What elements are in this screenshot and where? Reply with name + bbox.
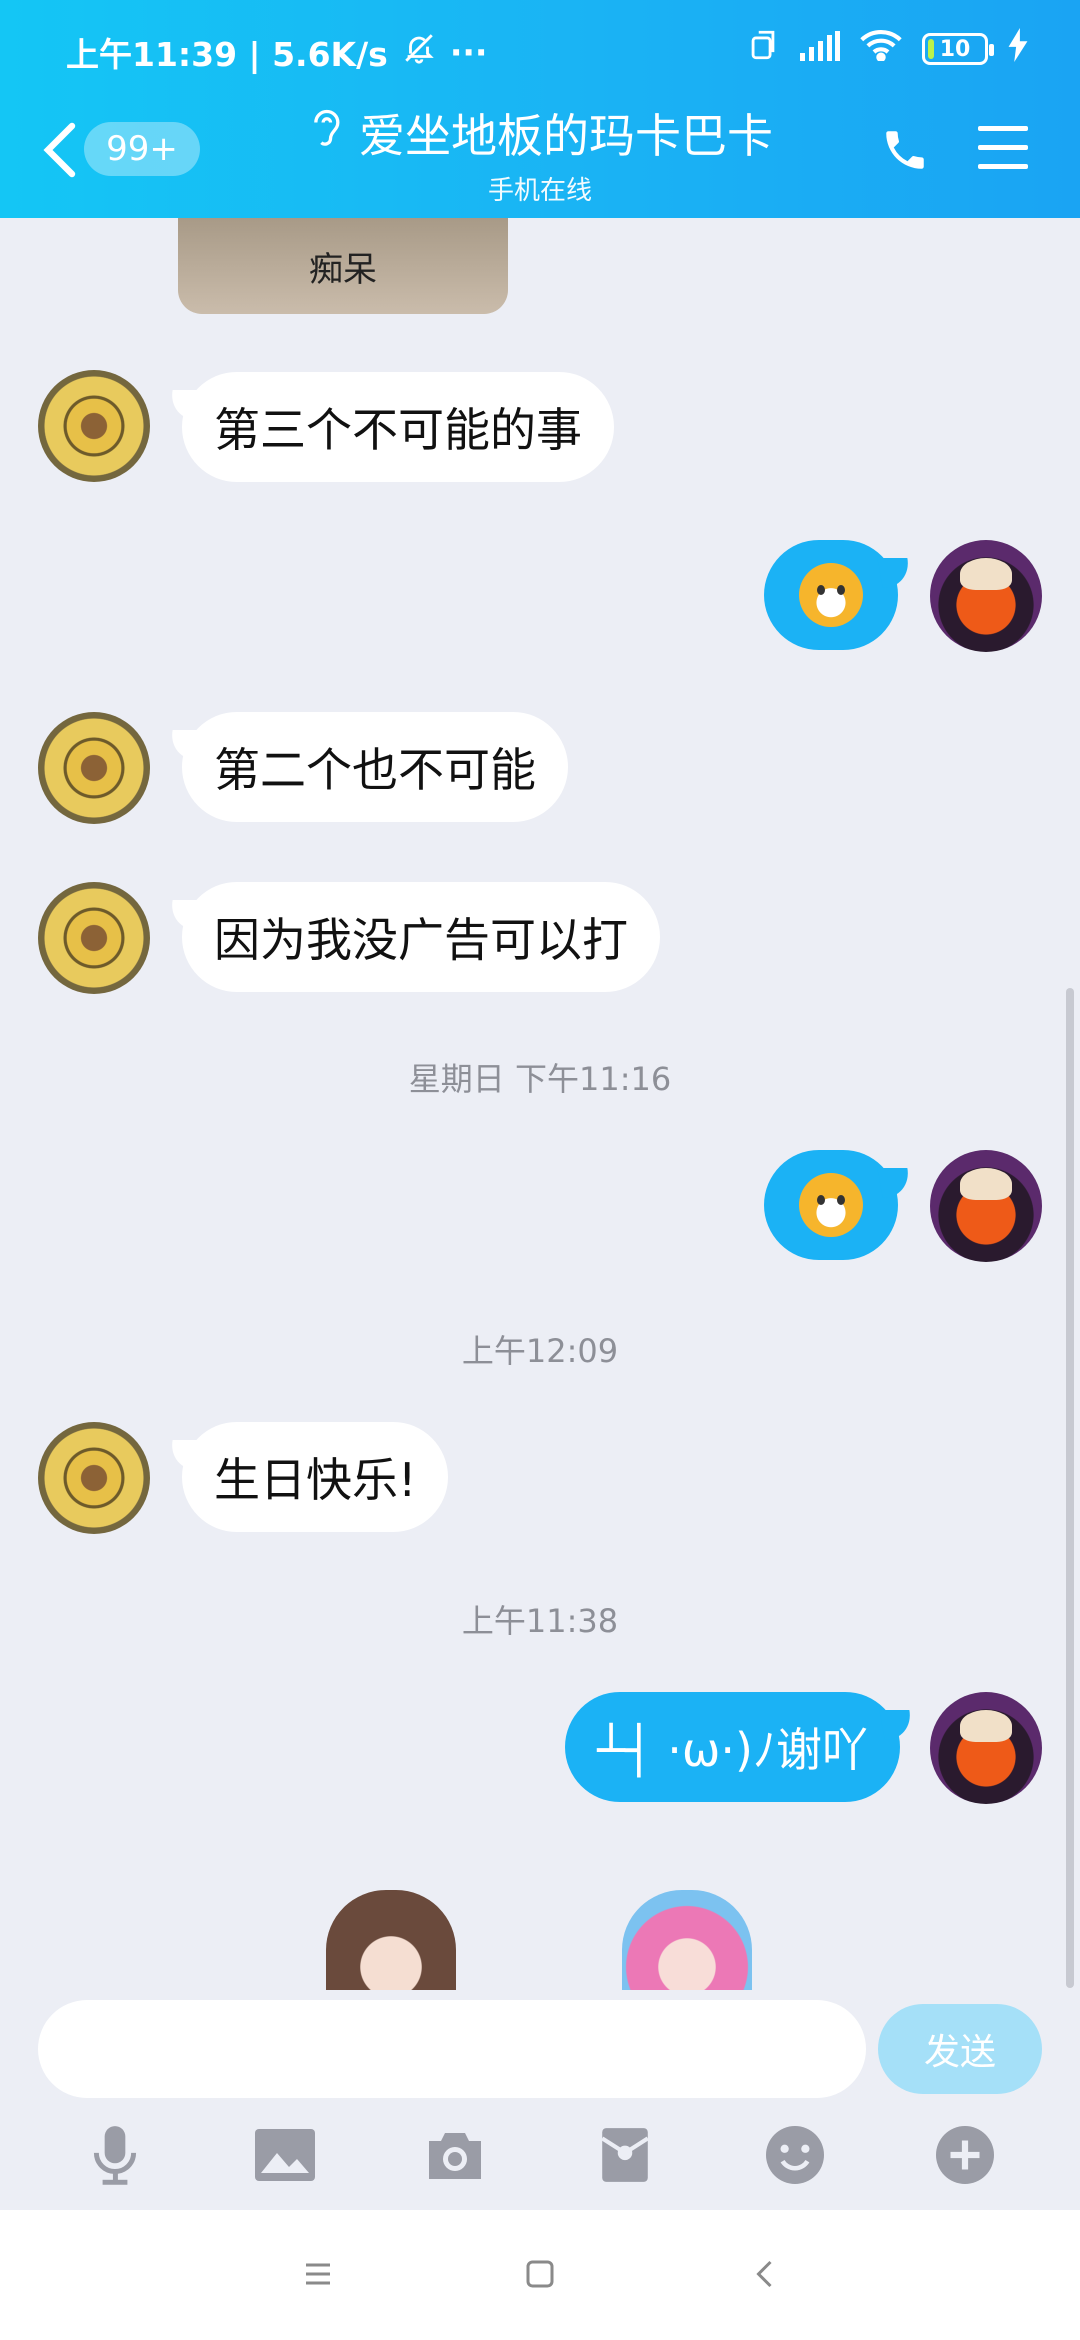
battery-icon: 10 — [922, 33, 994, 65]
timestamp: 上午12:09 — [461, 1332, 619, 1370]
friend-avatar[interactable] — [38, 370, 150, 482]
contact-name: 爱坐地板的玛卡巴卡 — [359, 109, 773, 163]
my-sticker-message[interactable] — [764, 1150, 898, 1260]
recents-menu-icon[interactable] — [300, 2256, 340, 2296]
message-input[interactable] — [38, 2000, 866, 2098]
microphone-icon[interactable] — [80, 2120, 150, 2190]
peeking-character-boy — [326, 1890, 456, 2000]
input-bar: 发送 — [0, 1990, 1080, 2210]
cat-sticker-icon — [799, 563, 863, 627]
peeking-character-girl — [622, 1890, 752, 2000]
cat-sticker-icon — [799, 1173, 863, 1237]
image-icon[interactable] — [250, 2120, 320, 2190]
my-avatar[interactable] — [930, 540, 1042, 652]
my-avatar[interactable] — [930, 1150, 1042, 1262]
send-button[interactable]: 发送 — [878, 2004, 1042, 2094]
chat-header: 上午11:39 | 5.6K/s ··· 10 99+ 爱坐地板的玛卡巴卡 手机… — [0, 0, 1080, 218]
home-icon[interactable] — [522, 2256, 562, 2296]
more-indicator: ··· — [449, 32, 488, 72]
friend-message[interactable]: 第二个也不可能 — [182, 712, 568, 822]
message-text: 第二个也不可能 — [214, 743, 536, 797]
contact-status: 手机在线 — [487, 176, 592, 206]
scrollbar[interactable] — [1066, 988, 1074, 1988]
emoji-icon[interactable] — [760, 2120, 830, 2190]
status-bar: 上午11:39 | 5.6K/s ··· 10 — [0, 24, 1080, 76]
friend-message[interactable]: 第三个不可能的事 — [182, 372, 614, 482]
image-message[interactable]: 痴呆 — [178, 218, 508, 314]
my-avatar[interactable] — [930, 1692, 1042, 1804]
my-sticker-message[interactable] — [764, 540, 898, 650]
image-caption: 痴呆 — [309, 249, 377, 290]
red-packet-icon[interactable] — [590, 2120, 660, 2190]
toolbar — [0, 2120, 1080, 2190]
friend-avatar[interactable] — [38, 1422, 150, 1534]
status-time-speed: 上午11:39 | 5.6K/s — [66, 35, 388, 74]
friend-avatar[interactable] — [38, 712, 150, 824]
back-button[interactable] — [40, 120, 80, 180]
back-nav-icon[interactable] — [748, 2256, 788, 2296]
system-nav-bar — [0, 2210, 1080, 2340]
message-text: 因为我没广告可以打 — [214, 913, 628, 967]
ear-icon — [307, 106, 343, 161]
camera-icon[interactable] — [420, 2120, 490, 2190]
timestamp: 上午11:38 — [461, 1602, 619, 1640]
message-text: 生日快乐! — [214, 1453, 417, 1507]
charging-icon — [1008, 28, 1028, 70]
plus-icon[interactable] — [930, 2120, 1000, 2190]
friend-message[interactable]: 生日快乐! — [182, 1422, 449, 1532]
battery-level: 10 — [939, 36, 971, 62]
contact-title[interactable]: 爱坐地板的玛卡巴卡 手机在线 — [270, 100, 810, 207]
message-list[interactable]: 痴呆 第三个不可能的事 第二个也不可能 因为我没广告可以打 星期日 下午11:1… — [0, 218, 1080, 2000]
dual-sim-icon — [746, 28, 780, 70]
message-text: ┴┤ ·ω·)ﾉ谢吖 — [597, 1723, 868, 1777]
navigation-bar: 99+ 爱坐地板的玛卡巴卡 手机在线 — [0, 100, 1080, 210]
message-text: 第三个不可能的事 — [214, 403, 582, 457]
wifi-icon — [860, 29, 902, 69]
signal-icon — [800, 30, 840, 69]
friend-message[interactable]: 因为我没广告可以打 — [182, 882, 660, 992]
friend-avatar[interactable] — [38, 882, 150, 994]
phone-call-icon[interactable] — [880, 122, 930, 178]
mute-bell-icon — [402, 31, 436, 73]
menu-icon[interactable] — [978, 126, 1028, 172]
my-message[interactable]: ┴┤ ·ω·)ﾉ谢吖 — [565, 1692, 900, 1802]
unread-badge[interactable]: 99+ — [84, 122, 200, 176]
timestamp: 星期日 下午11:16 — [408, 1060, 672, 1098]
